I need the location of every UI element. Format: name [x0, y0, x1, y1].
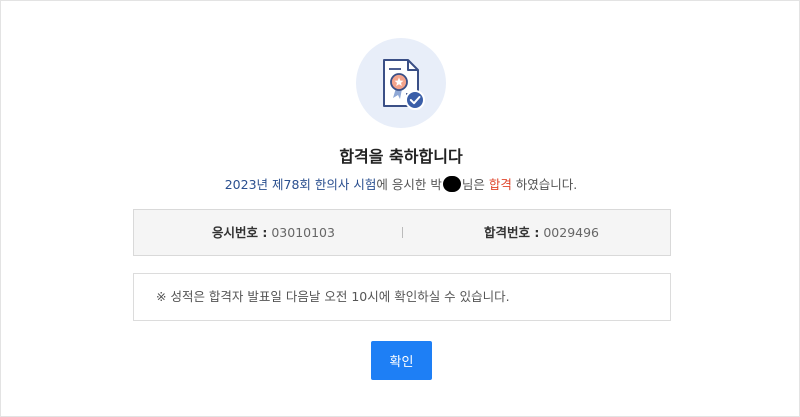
exam-number: 응시번호 : 03010103 [212, 210, 335, 255]
message-tail: 하였습니다. [511, 177, 578, 192]
info-divider [402, 227, 403, 238]
exam-number-label: 응시번호 : [212, 225, 268, 240]
pass-status: 합격 [488, 177, 512, 192]
notice-box: ※ 성적은 합격자 발표일 다음날 오전 10시에 확인하실 수 있습니다. [133, 273, 671, 321]
result-message: 2023년 제78회 한의사 시험에 응시한 박 님은 합격 하였습니다. [1, 174, 800, 193]
pass-number-label: 합격번호 : [484, 225, 540, 240]
message-mid: 에 응시한 [376, 177, 431, 192]
confirm-button[interactable]: 확인 [371, 341, 432, 380]
pass-number-value: 0029496 [539, 225, 600, 240]
exam-name: 2023년 제78회 한의사 시험 [224, 177, 377, 192]
message-after-name: 님은 [461, 177, 489, 192]
exam-number-value: 03010103 [267, 225, 335, 240]
certificate-check-icon [383, 59, 425, 110]
notice-text: ※ 성적은 합격자 발표일 다음날 오전 10시에 확인하실 수 있습니다. [156, 289, 510, 304]
examinee-name: 박 [430, 177, 442, 192]
name-redaction [442, 176, 461, 192]
exam-info-box: 응시번호 : 03010103 합격번호 : 0029496 [133, 209, 671, 256]
certificate-badge [356, 38, 446, 128]
result-panel: 합격을 축하합니다 2023년 제78회 한의사 시험에 응시한 박 님은 합격 … [0, 0, 800, 417]
page-title: 합격을 축하합니다 [339, 147, 463, 166]
pass-number: 합격번호 : 0029496 [484, 210, 599, 255]
